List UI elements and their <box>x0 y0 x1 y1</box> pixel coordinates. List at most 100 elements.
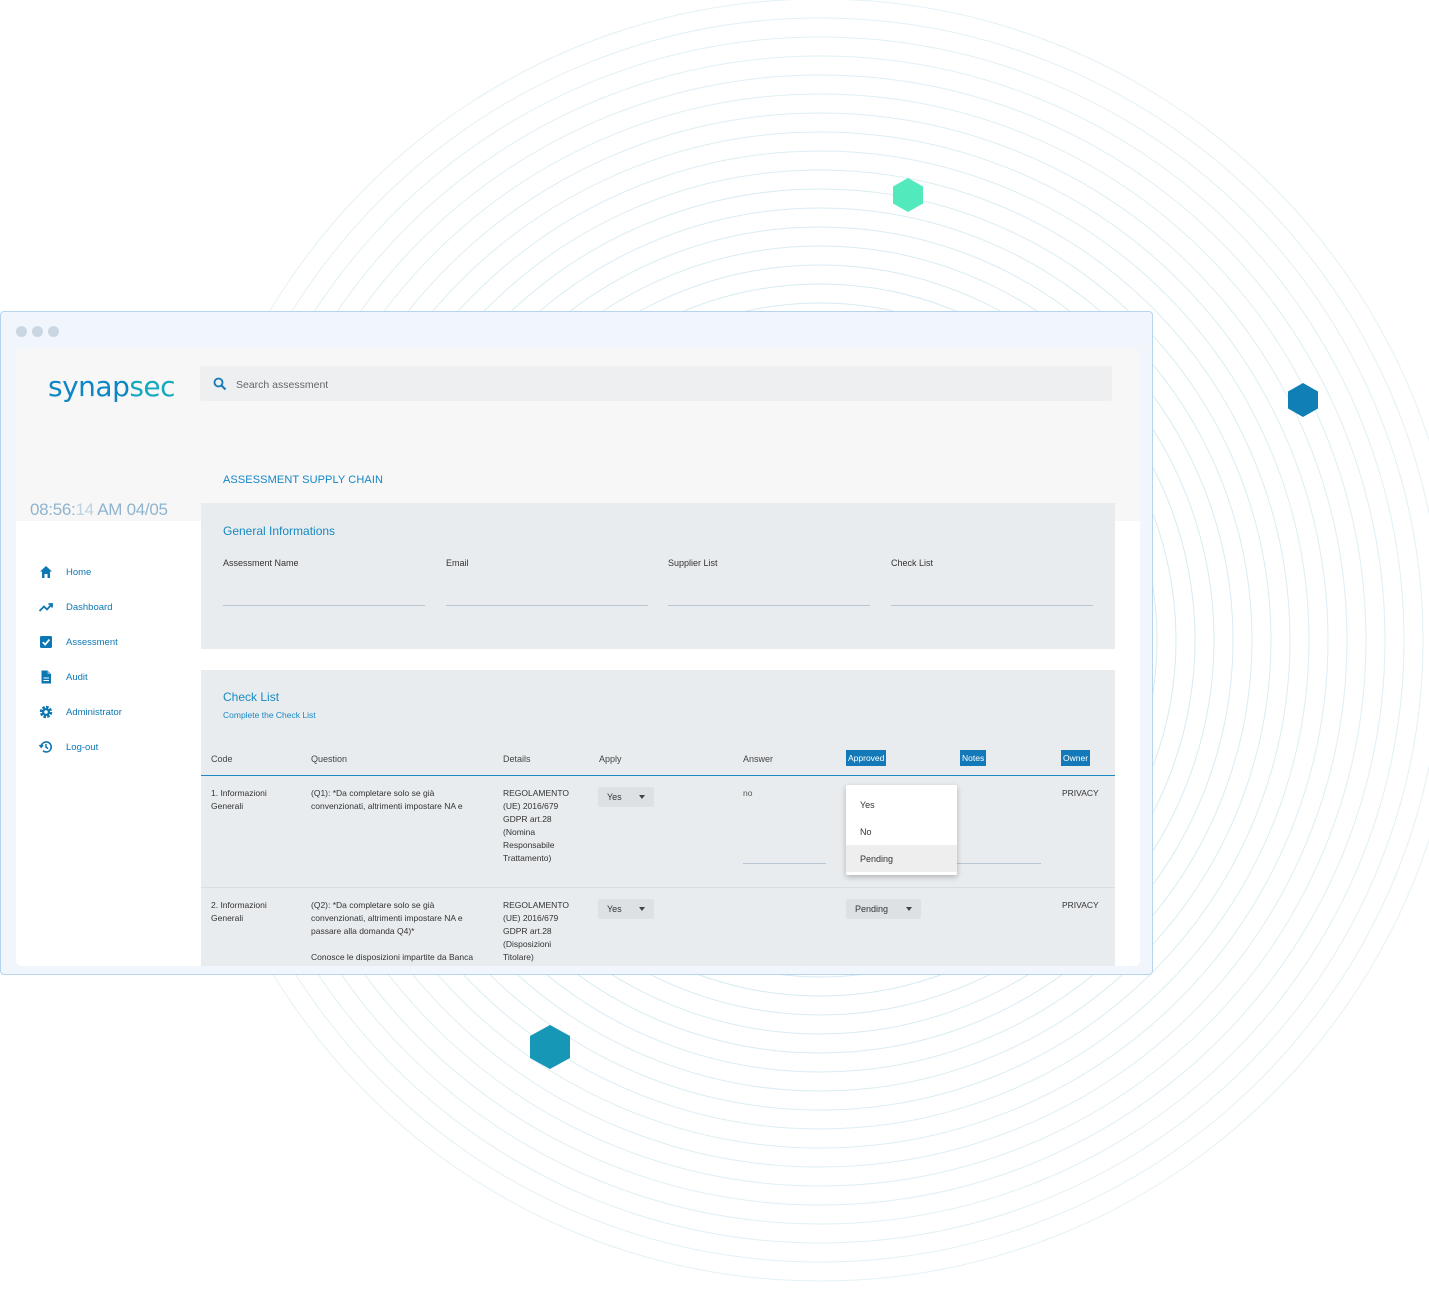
owner-value: PRIVACY <box>1062 900 1099 910</box>
row-question-line <box>311 938 473 951</box>
apply-select-value: Yes <box>607 792 622 802</box>
history-icon <box>38 741 52 753</box>
logo-text-synap: synap <box>48 370 130 403</box>
chevron-down-icon <box>639 907 645 911</box>
sidebar-item-assessment[interactable]: Assessment <box>38 632 188 652</box>
row-details-line: Responsabile <box>503 840 555 850</box>
hexagon-decoration-teal <box>530 1025 570 1069</box>
supplier-list-field[interactable] <box>668 605 870 606</box>
checkbox-icon <box>40 636 52 648</box>
row-details-line: (UE) 2016/679 <box>503 801 559 811</box>
row-details-line: REGOLAMENTO <box>503 788 569 798</box>
answer-value[interactable]: no <box>743 787 752 800</box>
assessment-name-field[interactable] <box>223 605 425 606</box>
page-title: ASSESSMENT SUPPLY CHAIN <box>223 474 384 486</box>
column-header-notes[interactable]: Notes <box>960 750 987 766</box>
home-icon <box>40 566 52 578</box>
general-informations-title: General Informations <box>223 524 336 538</box>
answer-field-underline[interactable] <box>743 863 826 864</box>
check-list-subtitle: Complete the Check List <box>223 710 316 720</box>
row-question-line: (Q2): *Da completare solo se già <box>311 900 435 910</box>
row-code-line: Generali <box>211 801 244 811</box>
gear-icon <box>39 705 53 719</box>
clock-date: AM 04/05 <box>93 500 168 519</box>
synapsec-logo[interactable]: synapsec <box>48 370 176 403</box>
column-header-apply[interactable]: Apply <box>599 754 622 764</box>
column-header-owner[interactable]: Owner <box>1061 750 1091 766</box>
row-question-line: convenzionati, altrimenti impostare NA e <box>311 913 463 923</box>
row-code-line: 2. Informazioni <box>211 900 267 910</box>
app-viewport: synapsec 08:56:14 AM 04/05 Home Dashboar… <box>16 348 1140 966</box>
chevron-down-icon <box>906 907 912 911</box>
row-question-line: convenzionati, altrimenti impostare NA e <box>311 801 463 811</box>
sidebar-item-administrator[interactable]: Administrator <box>38 702 188 722</box>
assessment-name-label: Assessment Name <box>223 558 299 568</box>
supplier-list-label: Supplier List <box>668 558 718 568</box>
email-label: Email <box>446 558 469 568</box>
row-question-line: passare alla domanda Q4)* <box>311 926 415 936</box>
logo-text-sec: sec <box>129 370 176 403</box>
sidebar-item-label: Administrator <box>66 706 122 718</box>
sidebar-item-label: Audit <box>66 671 88 683</box>
column-header-answer[interactable]: Answer <box>743 754 773 764</box>
clock-seconds: 14 <box>75 500 94 519</box>
column-header-approved[interactable]: Approved <box>846 750 887 766</box>
row-question-line: Conosce le disposizioni impartite da Ban… <box>311 952 474 962</box>
check-list-field[interactable] <box>891 605 1093 606</box>
approved-option-yes[interactable]: Yes <box>846 791 957 818</box>
row-details-line: GDPR art.28 <box>503 814 552 824</box>
hexagon-decoration-blue <box>1288 383 1318 417</box>
row-details-line: GDPR art.28 <box>503 926 552 936</box>
apply-select-value: Yes <box>607 904 622 914</box>
search-icon <box>213 377 227 391</box>
window-dot-minimize[interactable] <box>32 326 43 337</box>
table-header-divider <box>201 775 1115 776</box>
sidebar-item-home[interactable]: Home <box>38 562 188 582</box>
browser-window: synapsec 08:56:14 AM 04/05 Home Dashboar… <box>0 311 1153 975</box>
sidebar-item-dashboard[interactable]: Dashboard <box>38 597 188 617</box>
row-details-line: REGOLAMENTO <box>503 900 569 910</box>
approved-select-value: Pending <box>855 904 889 914</box>
notes-field-underline[interactable] <box>957 863 1041 864</box>
row-divider <box>201 887 1115 888</box>
row-details-line: Trattamento) <box>503 853 552 863</box>
document-icon <box>41 670 51 684</box>
sidebar-item-label: Dashboard <box>66 601 113 613</box>
chevron-down-icon <box>639 795 645 799</box>
email-field[interactable] <box>446 605 648 606</box>
approved-select[interactable]: Pending <box>846 899 921 919</box>
check-list-title: Check List <box>223 690 280 704</box>
clock-hours-minutes: 08:56: <box>30 500 76 519</box>
owner-value: PRIVACY <box>1062 788 1099 798</box>
clock-display: 08:56:14 AM 04/05 <box>30 500 168 520</box>
sidebar-item-audit[interactable]: Audit <box>38 667 188 687</box>
row-details-line: (Nomina <box>503 827 536 837</box>
search-bar[interactable] <box>200 366 1112 403</box>
sidebar-item-label: Log-out <box>66 741 99 753</box>
apply-select[interactable]: Yes <box>598 787 654 807</box>
apply-select[interactable]: Yes <box>598 899 654 919</box>
general-informations-card: General Informations Assessment Name Ema… <box>201 503 1115 649</box>
row-code-line: Generali <box>211 913 244 923</box>
row-details-line: Titolare) <box>503 952 534 962</box>
column-header-details[interactable]: Details <box>503 754 531 764</box>
window-dot-maximize[interactable] <box>48 326 59 337</box>
sidebar-item-label: Assessment <box>66 636 118 648</box>
approved-option-no[interactable]: No <box>846 818 957 845</box>
row-question-line: (Q1): *Da completare solo se già <box>311 788 435 798</box>
column-header-code[interactable]: Code <box>211 754 233 764</box>
approved-option-pending[interactable]: Pending <box>846 845 957 872</box>
row-details-line: (Disposizioni <box>503 939 552 949</box>
approved-dropdown-menu: Yes No Pending <box>846 785 957 875</box>
trending-up-icon <box>38 603 53 612</box>
sidebar-item-logout[interactable]: Log-out <box>38 737 188 757</box>
row-details-line: (UE) 2016/679 <box>503 913 559 923</box>
column-header-question[interactable]: Question <box>311 754 347 764</box>
row-code-line: 1. Informazioni <box>211 788 267 798</box>
check-list-card: Check List Complete the Check List Code … <box>201 670 1115 966</box>
check-list-label: Check List <box>891 558 934 568</box>
window-dot-close[interactable] <box>16 326 27 337</box>
search-input[interactable] <box>234 366 1098 403</box>
hexagon-decoration-green <box>893 178 923 212</box>
sidebar-item-label: Home <box>66 566 92 578</box>
